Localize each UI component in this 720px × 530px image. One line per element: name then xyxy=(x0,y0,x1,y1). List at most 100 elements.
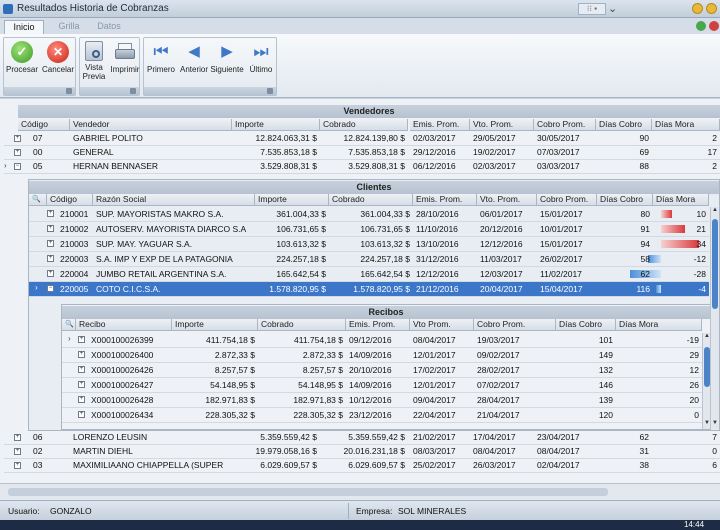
clientes-col-header[interactable]: Razón Social xyxy=(93,194,255,206)
expand-icon[interactable]: + xyxy=(47,270,54,277)
expand-icon[interactable]: + xyxy=(14,135,21,142)
anterior-button[interactable]: ◀ Anterior xyxy=(178,38,210,74)
recibos-col-header[interactable]: Días Mora xyxy=(616,319,702,331)
quick-access-toolbar[interactable]: ⁝⁝ ▪ xyxy=(578,3,606,15)
vendedores-col-header[interactable]: Días Cobro xyxy=(596,119,652,131)
ultimo-button[interactable]: ⏭ Último xyxy=(246,38,276,74)
expand-icon[interactable]: + xyxy=(78,366,85,373)
help-icon[interactable] xyxy=(696,21,706,31)
table-row[interactable]: +210001 SUP. MAYORISTAS MAKRO S.A. 361.004… xyxy=(29,207,709,222)
expand-icon[interactable]: + xyxy=(47,240,54,247)
clientes-col-header[interactable]: Vto. Prom. xyxy=(477,194,537,206)
expand-icon[interactable]: + xyxy=(78,351,85,358)
filter-icon[interactable]: 🔍 xyxy=(62,319,76,331)
ribbon-group-navegacion: ⏮ Primero ◀ Anterior ▶ Siguiente ⏭ Últim… xyxy=(143,37,277,96)
table-row[interactable]: +07 GABRIEL POLITO 12.824.063,31 $ 12.824.1… xyxy=(4,132,720,146)
expand-icon[interactable]: + xyxy=(78,396,85,403)
expand-icon[interactable]: + xyxy=(78,336,85,343)
vendedores-col-header[interactable]: Código xyxy=(18,119,70,131)
table-row[interactable]: +03 MAXIMILIAANO CHIAPPELLA (SUPER 6.029.6… xyxy=(4,459,720,473)
table-row[interactable]: + › X000100026399 411.754,18 $ 411.754,18 $ 0… xyxy=(62,333,702,348)
vendedores-col-header[interactable]: Cobro Prom. xyxy=(534,119,596,131)
close-button[interactable] xyxy=(706,3,717,14)
clientes-col-header[interactable]: Cobrado xyxy=(329,194,413,206)
cancelar-button[interactable]: ✕ Cancelar xyxy=(40,38,76,74)
recibos-col-header[interactable]: Cobrado xyxy=(258,319,346,331)
minimize-button[interactable] xyxy=(692,3,703,14)
vendedores-col-header[interactable]: Emis. Prom. xyxy=(410,119,470,131)
group-expand-icon[interactable] xyxy=(66,88,72,94)
scroll-down-icon[interactable]: ▼ xyxy=(711,420,719,429)
group-expand-icon[interactable] xyxy=(267,88,273,94)
clientes-col-header[interactable]: Cobro Prom. xyxy=(537,194,597,206)
cell-dias_mora: -12 xyxy=(693,254,706,264)
table-row[interactable]: +00 GENERAL 7.535.853,18 $ 7.535.853,18 $ 29… xyxy=(4,146,720,160)
clientes-col-header[interactable]: Días Mora xyxy=(653,194,709,206)
expand-icon[interactable]: + xyxy=(47,210,54,217)
clientes-col-header[interactable]: Días Cobro xyxy=(597,194,653,206)
cell-importe: 228.305,32 $ xyxy=(205,410,255,420)
vendedores-col-header[interactable]: Días Mora xyxy=(652,119,720,131)
cell-dias_cobro: 139 xyxy=(598,395,613,405)
expand-icon[interactable]: + xyxy=(78,381,85,388)
cell-importe: 165.642,54 $ xyxy=(276,269,326,279)
table-row[interactable]: + X000100026434 228.305,32 $ 228.305,32 $ 23… xyxy=(62,408,702,423)
clientes-col-header[interactable]: Código xyxy=(47,194,93,206)
vendedores-col-header[interactable]: Vendedor xyxy=(70,119,232,131)
scroll-thumb[interactable] xyxy=(712,219,718,309)
table-row[interactable]: − › 05 HERNAN BENNASER 3.529.808,31 $ 3.529.8… xyxy=(4,160,720,174)
close-icon[interactable] xyxy=(709,21,719,31)
expand-icon[interactable]: − xyxy=(47,285,54,292)
clientes-col-header[interactable]: Emis. Prom. xyxy=(413,194,477,206)
table-row[interactable]: − › 220005 COTO C.I.C.S.A. 1.578.820,95 $ 1.5… xyxy=(29,282,709,297)
table-row[interactable]: + X000100026427 54.148,95 $ 54.148,95 $ 14/0… xyxy=(62,378,702,393)
expand-icon[interactable]: + xyxy=(14,462,21,469)
cell-emis: 10/12/2016 xyxy=(349,395,392,405)
table-row[interactable]: +210003 SUP. MAY. YAGUAR S.A. 103.613,32 $… xyxy=(29,237,709,252)
recibos-col-header[interactable]: Importe xyxy=(172,319,258,331)
table-row[interactable]: + X000100026428 182.971,83 $ 182.971,83 $ 10… xyxy=(62,393,702,408)
table-row[interactable]: +220003 S.A. IMP Y EXP DE LA PATAGONIA 224… xyxy=(29,252,709,267)
expand-icon[interactable]: + xyxy=(47,255,54,262)
table-row[interactable]: +210002 AUTOSERV. MAYORISTA DIARCO S.A 106… xyxy=(29,222,709,237)
recibos-col-header[interactable]: Días Cobro xyxy=(556,319,616,331)
table-row[interactable]: +220004 JUMBO RETAIL ARGENTINA S.A. 165.64… xyxy=(29,267,709,282)
recibos-col-header[interactable]: Recibo xyxy=(76,319,172,331)
recibos-col-header[interactable]: Cobro Prom. xyxy=(474,319,556,331)
usuario-value: GONZALO xyxy=(50,506,92,516)
table-row[interactable]: + X000100026400 2.872,33 $ 2.872,33 $ 14/09/… xyxy=(62,348,702,363)
imprimir-button[interactable]: Imprimir xyxy=(109,38,141,74)
expand-icon[interactable]: + xyxy=(14,434,21,441)
table-row[interactable]: + X000100026426 8.257,57 $ 8.257,57 $ 20/10/… xyxy=(62,363,702,378)
expand-icon[interactable]: + xyxy=(14,149,21,156)
vendedores-col-header[interactable]: Importe xyxy=(232,119,320,131)
table-row[interactable]: +06 LORENZO LEUSIN 5.359.559,42 $ 5.359.559… xyxy=(4,431,720,445)
vista-previa-button[interactable]: Vista Previa xyxy=(80,38,108,81)
recibos-col-header[interactable]: Vto Prom. xyxy=(410,319,474,331)
siguiente-button[interactable]: ▶ Siguiente xyxy=(210,38,244,74)
cell-vto: 12/01/2017 xyxy=(413,380,456,390)
recibos-col-header[interactable]: Emis. Prom. xyxy=(346,319,410,331)
vendedores-col-header[interactable]: Vto. Prom. xyxy=(470,119,534,131)
expand-icon[interactable]: − xyxy=(14,163,21,170)
group-expand-icon[interactable] xyxy=(130,88,136,94)
horizontal-scrollbar[interactable] xyxy=(0,483,720,500)
tab-inicio[interactable]: Inicio xyxy=(4,20,44,34)
scroll-up-icon[interactable]: ▲ xyxy=(711,207,719,216)
cell-dias_mora: -28 xyxy=(693,269,706,279)
scroll-thumb[interactable] xyxy=(8,488,608,496)
expand-icon[interactable]: + xyxy=(78,411,85,418)
table-row[interactable]: +02 MARTIN DIEHL 19.979.058,16 $ 20.016.231… xyxy=(4,445,720,459)
primero-button[interactable]: ⏮ Primero xyxy=(146,38,176,74)
tab-datos[interactable]: Datos xyxy=(92,20,126,34)
clientes-col-header[interactable]: Importe xyxy=(255,194,329,206)
expand-icon[interactable]: + xyxy=(47,225,54,232)
vendedores-col-header[interactable]: Cobrado xyxy=(320,119,408,131)
procesar-button[interactable]: ✓ Procesar xyxy=(4,38,40,74)
filter-icon[interactable]: 🔍 xyxy=(29,194,47,206)
chevron-down-icon[interactable]: ⌄ xyxy=(608,2,617,15)
expand-icon[interactable]: + xyxy=(14,448,21,455)
clientes-scrollbar[interactable]: ▲ ▼ xyxy=(710,207,719,429)
grid-area: Vendedores Código Vendedor Importe Cobrado E… xyxy=(0,99,720,483)
tab-grilla[interactable]: Grilla xyxy=(52,20,86,34)
